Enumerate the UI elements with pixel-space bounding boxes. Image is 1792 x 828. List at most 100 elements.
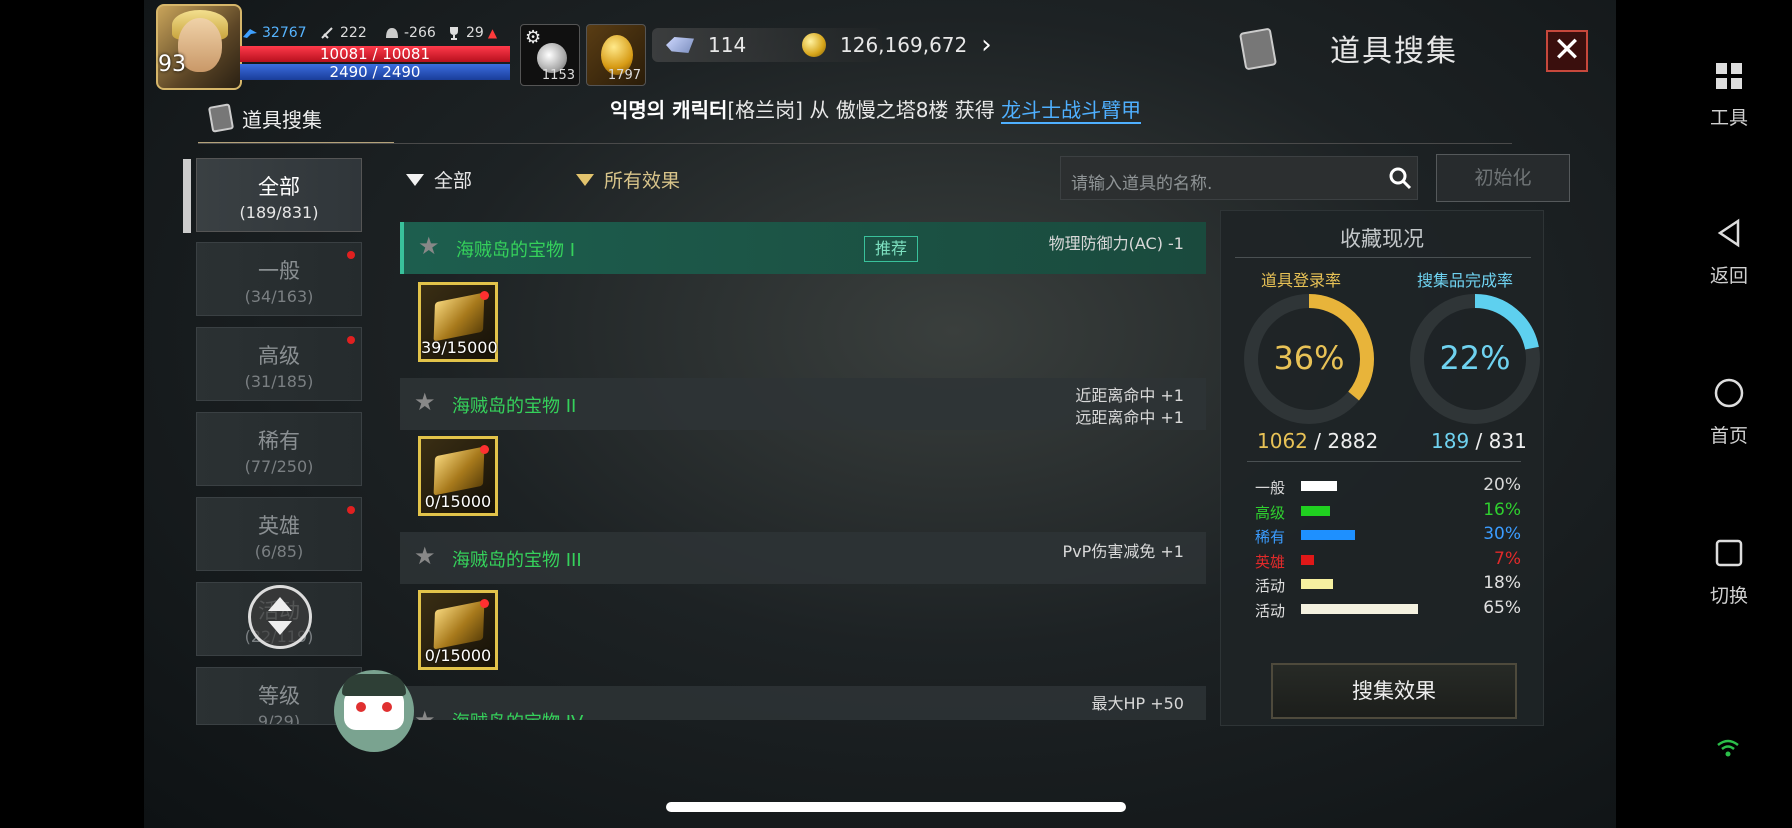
gold-bar-item[interactable]: 39/15000 [418, 282, 498, 362]
gold-bar-icon [433, 600, 485, 650]
trophy-stat: 29 ▲ [446, 24, 497, 42]
crystal-icon [666, 37, 694, 53]
collection-effect-button[interactable]: 搜集效果 [1271, 663, 1517, 719]
item-name: 海贼岛的宝物 IV [452, 708, 583, 720]
home-indicator[interactable] [666, 802, 1126, 812]
seed-slot[interactable]: 1797 [586, 24, 646, 86]
tab-item-collection[interactable]: 道具搜集 [198, 94, 394, 144]
chevron-right-icon[interactable]: › [981, 30, 991, 60]
item-effect: 物理防御力(AC) -1 [1048, 234, 1184, 253]
category-normal[interactable]: 一般 (34/163) [196, 242, 362, 316]
helmet-icon [386, 28, 398, 38]
power-stat: 32767 [242, 24, 307, 42]
book-icon [1238, 27, 1278, 71]
list-item[interactable]: ★ 海贼岛的宝物 I 推荐 物理防御力(AC) -1 [400, 222, 1206, 274]
close-button[interactable]: ✕ [1546, 30, 1588, 72]
game-window: 93 32767 222 -266 29 ▲ 10081 / 10081 249… [144, 0, 1616, 828]
gear-icon[interactable]: ⚙ [525, 27, 541, 48]
category-count: (6/85) [254, 542, 304, 561]
notice-player: 익명의 캐릭터 [610, 98, 728, 122]
stat-bar [1301, 579, 1333, 589]
category-name: 高级 [258, 344, 300, 368]
gold-bar-icon [433, 292, 485, 342]
sidebar-item-back[interactable]: 返回 [1684, 218, 1774, 288]
new-dot-icon [480, 445, 489, 454]
collection-status-panel: 收藏现况 道具登录率 搜集品完成率 36% 22% 1062 / 2882 18… [1220, 210, 1544, 726]
window-title: 道具搜集 [1330, 34, 1458, 69]
potion-count: 1153 [541, 68, 575, 83]
category-all[interactable]: 全部 (189/831) [183, 158, 362, 233]
floating-scroll-button[interactable] [248, 585, 312, 649]
stat-label: 一般 [1255, 479, 1286, 497]
category-count: (34/163) [244, 287, 314, 306]
stat-line: 高级 16% [1255, 500, 1521, 522]
completion-rate-value: 22% [1439, 339, 1511, 377]
trophy-icon [450, 27, 458, 40]
defense-stat: -266 [384, 24, 436, 42]
item-name: 海贼岛的宝物 III [452, 550, 582, 571]
category-name: 全部 [258, 175, 300, 199]
registration-rate-value: 36% [1273, 339, 1345, 377]
effect-filter-dropdown[interactable]: 所有效果 [576, 166, 680, 193]
home-circle-icon [1714, 378, 1744, 408]
grade-filter-dropdown[interactable]: 全部 [406, 166, 472, 193]
category-count: (189/831) [239, 203, 319, 222]
notice-name: [格兰岗] [727, 98, 803, 122]
gold-bar-item[interactable]: 0/15000 [418, 436, 498, 516]
gold-display: 126,169,672 › [802, 28, 992, 62]
notice-text: 从 傲慢之塔8楼 获得 [802, 98, 1002, 122]
list-item[interactable]: ★ 海贼岛的宝物 III PvP伤害减免 +1 [400, 532, 1206, 584]
grid-icon [1716, 63, 1742, 89]
item-name: 海贼岛的宝物 I [456, 240, 576, 261]
acquisition-notice: 익명의 캐릭터[格兰岗] 从 傲慢之塔8楼 获得 龙斗士战斗臂甲 [610, 94, 1142, 124]
attack-stat: 222 [320, 24, 367, 42]
list-item[interactable]: ★ 海贼岛的宝物 II 近距离命中 +1 远距离命中 +1 [400, 378, 1206, 430]
sidebar-item-home[interactable]: 首页 [1684, 378, 1774, 448]
category-advanced[interactable]: 高级 (31/185) [196, 327, 362, 401]
completion-count: 189 / 831 [1431, 429, 1527, 453]
item-count: 0/15000 [424, 646, 492, 665]
sidebar-item-tools[interactable]: 工具 [1684, 62, 1774, 130]
square-icon [1715, 539, 1743, 567]
item-name: 海贼岛的宝物 II [452, 396, 577, 417]
stat-percent: 16% [1483, 499, 1521, 520]
chevron-down-icon [268, 621, 292, 635]
chevron-down-icon [406, 173, 424, 186]
back-triangle-icon [1717, 218, 1740, 248]
screen: 93 32767 222 -266 29 ▲ 10081 / 10081 249… [0, 0, 1792, 828]
gold-coin-icon [802, 33, 826, 57]
hp-bar: 10081 / 10081 [240, 46, 510, 62]
sidebar-label: 切换 [1709, 585, 1748, 607]
stat-percent: 18% [1483, 573, 1521, 593]
tab-label: 道具搜集 [242, 107, 322, 132]
reset-button[interactable]: 初始化 [1436, 154, 1570, 202]
stat-label: 活动 [1255, 577, 1286, 595]
mp-bar: 2490 / 2490 [240, 64, 510, 80]
new-dot-icon [480, 599, 489, 608]
stat-label: 稀有 [1255, 528, 1286, 546]
list-item[interactable]: ★ 海贼岛的宝物 IV 最大HP +50 [400, 686, 1206, 720]
item-effect: 最大HP +50 [1091, 694, 1184, 713]
potion-slot[interactable]: ⚙ 1153 [520, 24, 580, 86]
wifi-icon [1717, 739, 1739, 757]
search-icon[interactable] [1388, 166, 1412, 190]
chevron-down-icon [576, 173, 594, 186]
star-icon[interactable]: ★ [414, 708, 438, 720]
category-count: (77/250) [244, 457, 314, 476]
stat-percent: 7% [1494, 548, 1521, 569]
assistant-mascot[interactable] [334, 670, 414, 752]
sidebar-item-switch[interactable]: 切换 [1684, 538, 1774, 608]
stat-bar [1301, 603, 1418, 614]
star-icon[interactable]: ★ [418, 234, 442, 258]
notice-item-link[interactable]: 龙斗士战斗臂甲 [1001, 98, 1142, 124]
star-icon[interactable]: ★ [414, 390, 438, 414]
category-rare[interactable]: 稀有 (77/250) [196, 412, 362, 486]
stat-label: 活动 [1255, 601, 1286, 620]
category-hero[interactable]: 英雄 (6/85) [196, 497, 362, 571]
book-icon [207, 103, 235, 133]
rank-up-icon: ▲ [487, 26, 498, 40]
character-avatar[interactable] [156, 4, 242, 90]
search-input[interactable]: 请输入道具的名称. [1060, 156, 1418, 200]
star-icon[interactable]: ★ [414, 544, 438, 568]
gold-bar-item[interactable]: 0/15000 [418, 590, 498, 670]
